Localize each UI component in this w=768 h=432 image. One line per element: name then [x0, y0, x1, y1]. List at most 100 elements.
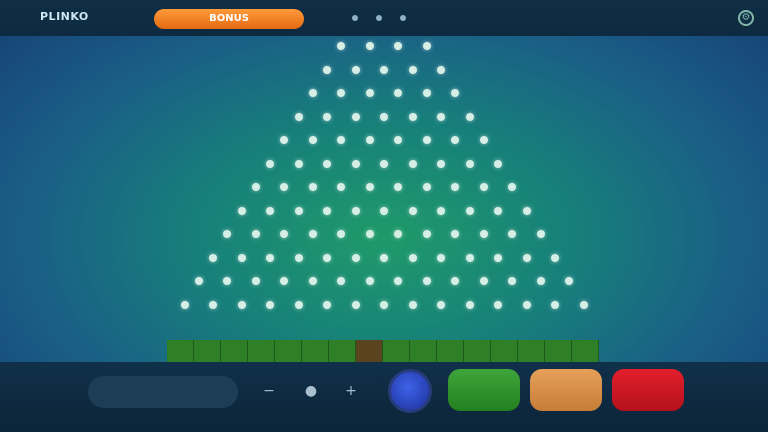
multiplier-slot: [221, 340, 248, 362]
peg: [323, 206, 331, 215]
page-dot[interactable]: [400, 15, 406, 21]
peg: [508, 230, 517, 238]
orange-bet-button[interactable]: [530, 369, 602, 411]
peg: [451, 230, 460, 238]
peg: [479, 183, 488, 191]
peg: [451, 183, 460, 191]
green-bet-button[interactable]: [448, 369, 520, 411]
peg: [408, 300, 417, 309]
peg: [494, 300, 502, 309]
multiplier-slot: [194, 340, 221, 362]
peg: [380, 65, 388, 74]
peg: [408, 253, 417, 262]
peg: [323, 253, 331, 262]
peg: [365, 277, 374, 285]
peg: [422, 89, 431, 97]
peg: [451, 136, 460, 144]
peg: [422, 42, 431, 50]
peg: [437, 112, 445, 121]
peg: [565, 277, 574, 285]
peg: [251, 230, 260, 238]
peg: [308, 136, 317, 144]
peg: [465, 206, 474, 215]
peg: [380, 253, 388, 262]
peg: [422, 230, 431, 238]
peg: [408, 65, 417, 74]
peg: [522, 300, 531, 309]
promo-banner[interactable]: BONUS: [154, 9, 304, 29]
peg: [323, 159, 331, 168]
peg: [408, 159, 417, 168]
multiplier-slots: [167, 340, 599, 362]
page-dot[interactable]: [352, 15, 358, 21]
peg: [323, 112, 331, 121]
peg: [479, 136, 488, 144]
peg: [351, 300, 360, 309]
peg: [323, 65, 331, 74]
peg: [551, 253, 559, 262]
multiplier-slot: [437, 340, 464, 362]
page-dot[interactable]: [376, 15, 382, 21]
peg: [465, 300, 474, 309]
peg: [394, 230, 403, 238]
peg: [351, 112, 360, 121]
peg: [437, 206, 445, 215]
peg: [394, 42, 403, 50]
multiplier-slot: [383, 340, 410, 362]
peg: [365, 183, 374, 191]
peg: [266, 206, 274, 215]
gear-icon[interactable]: ⚙: [738, 10, 754, 26]
peg: [294, 159, 303, 168]
peg: [308, 183, 317, 191]
peg: [408, 112, 417, 121]
plus-icon[interactable]: +: [340, 380, 362, 402]
peg: [437, 159, 445, 168]
peg: [294, 253, 303, 262]
peg: [337, 89, 346, 97]
peg: [337, 230, 346, 238]
multiplier-slot: [491, 340, 518, 362]
multiplier-slot: [410, 340, 437, 362]
multiplier-slot: [167, 340, 194, 362]
peg: [266, 300, 274, 309]
multiplier-slot: [275, 340, 302, 362]
peg: [437, 65, 445, 74]
peg: [237, 206, 246, 215]
ball-icon[interactable]: ●: [300, 380, 322, 402]
peg: [465, 112, 474, 121]
peg: [251, 277, 260, 285]
multiplier-slot: [302, 340, 329, 362]
peg: [536, 230, 545, 238]
minus-icon[interactable]: −: [258, 380, 280, 402]
peg: [408, 206, 417, 215]
peg: [209, 300, 217, 309]
multiplier-slot: [464, 340, 491, 362]
red-bet-button[interactable]: [612, 369, 684, 411]
peg: [194, 277, 203, 285]
peg: [209, 253, 217, 262]
multiplier-slot: [329, 340, 356, 362]
peg: [522, 253, 531, 262]
peg: [451, 89, 460, 97]
multiplier-slot: [572, 340, 599, 362]
multiplier-slot: [248, 340, 275, 362]
peg: [280, 277, 289, 285]
coin-icon[interactable]: [388, 369, 432, 413]
peg: [394, 277, 403, 285]
peg: [365, 89, 374, 97]
peg: [494, 206, 502, 215]
peg: [251, 183, 260, 191]
peg: [308, 277, 317, 285]
peg: [223, 230, 232, 238]
peg: [180, 300, 189, 309]
peg: [394, 183, 403, 191]
peg: [465, 253, 474, 262]
peg: [380, 206, 388, 215]
peg: [422, 277, 431, 285]
peg: [380, 159, 388, 168]
peg: [380, 112, 388, 121]
peg: [437, 300, 445, 309]
peg: [536, 277, 545, 285]
peg: [337, 183, 346, 191]
peg: [394, 89, 403, 97]
